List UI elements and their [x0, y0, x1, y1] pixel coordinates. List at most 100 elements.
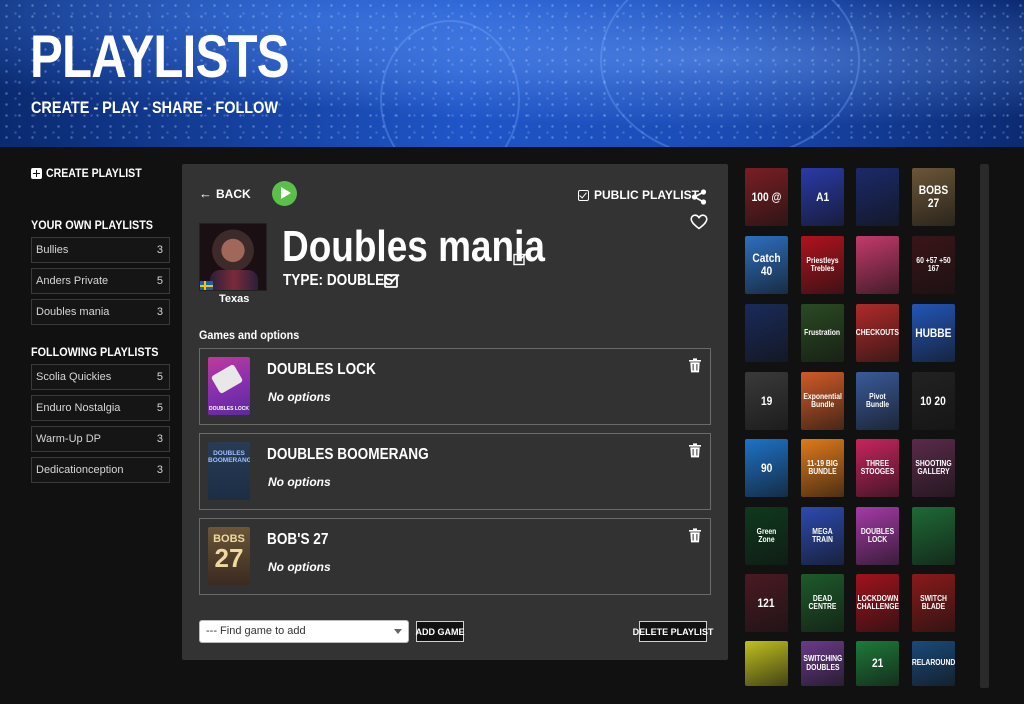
play-playlist-button[interactable]	[272, 181, 297, 206]
game-name: BOB'S 27	[267, 531, 329, 548]
game-tile[interactable]	[745, 641, 788, 686]
arrow-left-icon: ←	[199, 186, 212, 201]
find-game-select[interactable]: --- Find game to add	[199, 620, 409, 643]
edit-title-icon[interactable]	[513, 252, 527, 266]
sidebar-item-label: Dedicationception	[36, 464, 124, 476]
game-tile-label: 100 @	[751, 189, 782, 204]
sidebar-item-count: 3	[156, 244, 163, 256]
game-tile[interactable]: 90	[745, 439, 788, 497]
game-tile[interactable]	[745, 304, 788, 362]
sidebar-item-count: 3	[156, 464, 163, 476]
game-tile[interactable]: LOCKDOWN CHALLENGE	[856, 574, 899, 632]
avatar-shirt	[210, 270, 258, 290]
game-tile[interactable]: BOBS 27	[912, 168, 955, 226]
game-tile[interactable]: Frustration	[801, 304, 844, 362]
game-tile[interactable]: Catch 40	[745, 236, 788, 294]
thumbnail-label: DOUBLES BOOMERANG	[208, 450, 250, 464]
sidebar-item-count: 3	[156, 433, 163, 445]
game-tile[interactable]: SWITCH BLADE	[912, 574, 955, 632]
own-playlists-heading: YOUR OWN PLAYLISTS	[31, 218, 154, 232]
game-options: No options	[268, 475, 331, 489]
sidebar-item-dedicationception[interactable]: Dedicationception 3	[31, 457, 170, 483]
game-tile-label: SWITCHING DOUBLES	[803, 654, 842, 672]
heart-icon[interactable]	[690, 214, 708, 230]
player-name: Texas	[219, 293, 250, 305]
thumbnail-label: DOUBLES LOCK	[209, 406, 249, 412]
game-tile[interactable]: 10 20	[912, 372, 955, 430]
game-tile-label: Pivot Bundle	[865, 391, 890, 409]
game-tile[interactable]: Priestleys Trebles	[801, 236, 844, 294]
game-tile-label: A1	[815, 189, 830, 204]
sidebar-item-bullies[interactable]: Bullies 3	[31, 237, 170, 263]
sidebar-item-count: 5	[156, 275, 163, 287]
game-tile-label: MEGA TRAIN	[812, 526, 833, 544]
sidebar-item-scolia-quickies[interactable]: Scolia Quickies 5	[31, 364, 170, 390]
sidebar-item-anders-private[interactable]: Anders Private 5	[31, 268, 170, 294]
game-tile[interactable]	[856, 168, 899, 226]
game-tile[interactable]: 60 +57 +50 167	[912, 236, 955, 294]
game-thumbnail: BOBS 27	[208, 527, 250, 585]
game-tile[interactable]: 100 @	[745, 168, 788, 226]
sidebar-item-label: Anders Private	[36, 275, 109, 287]
public-playlist-checkbox[interactable]: PUBLIC PLAYLIST	[578, 188, 699, 202]
page-title: PLAYLISTS	[30, 23, 290, 90]
game-tile[interactable]: DOUBLES LOCK	[856, 507, 899, 565]
playlist-type: TYPE: DOUBLES	[283, 272, 394, 289]
checkbox-checked-icon	[578, 189, 589, 201]
add-game-button[interactable]: ADD GAME	[416, 621, 465, 642]
game-tile[interactable]: THREE STOOGES	[856, 439, 899, 497]
trash-icon[interactable]	[688, 443, 702, 458]
game-tile[interactable]: SHOOTING GALLERY	[912, 439, 955, 497]
sidebar-item-doubles-mania[interactable]: Doubles mania 3	[31, 299, 170, 325]
game-thumbnail: DOUBLES BOOMERANG	[208, 442, 250, 500]
own-playlists-list: Bullies 3 Anders Private 5 Doubles mania…	[31, 237, 171, 325]
game-tile[interactable]: RELAROUND	[912, 641, 955, 686]
create-playlist-button[interactable]: CREATE PLAYLIST	[31, 166, 171, 180]
game-tile[interactable]: MEGA TRAIN	[801, 507, 844, 565]
game-tile-label: Catch 40	[752, 251, 781, 278]
sidebar: CREATE PLAYLIST YOUR OWN PLAYLISTS Bulli…	[31, 166, 171, 488]
share-icon[interactable]	[691, 189, 707, 205]
game-tile[interactable]	[912, 507, 955, 565]
game-tile-label: 60 +57 +50 167	[916, 255, 951, 273]
game-tile-label: 121	[757, 595, 776, 610]
page-subtitle: CREATE - PLAY - SHARE - FOLLOW	[31, 98, 278, 117]
game-tile-label: Green Zone	[756, 526, 777, 544]
game-tile[interactable]: 19	[745, 372, 788, 430]
game-options: No options	[268, 560, 331, 574]
thumbnail-number: 27	[214, 543, 244, 573]
game-options: No options	[268, 390, 331, 404]
back-button[interactable]: ← BACK	[199, 186, 251, 201]
trash-icon[interactable]	[688, 528, 702, 543]
game-tile[interactable]: Exponential Bundle	[801, 372, 844, 430]
game-tile[interactable]: Green Zone	[745, 507, 788, 565]
game-tile[interactable]: Pivot Bundle	[856, 372, 899, 430]
sidebar-item-warm-up-dp[interactable]: Warm-Up DP 3	[31, 426, 170, 452]
game-tile[interactable]	[856, 236, 899, 294]
banner-decoration	[600, 0, 860, 147]
sidebar-item-enduro-nostalgia[interactable]: Enduro Nostalgia 5	[31, 395, 170, 421]
scrollbar[interactable]	[980, 164, 989, 688]
edit-type-icon[interactable]	[384, 272, 401, 289]
game-tile[interactable]: CHECKOUTS	[856, 304, 899, 362]
plus-icon	[31, 167, 42, 179]
game-tile-label: BOBS 27	[918, 183, 949, 210]
sidebar-item-label: Doubles mania	[36, 306, 110, 318]
game-tile-label: Priestleys Trebles	[806, 255, 839, 273]
game-tile-label: Exponential Bundle	[803, 391, 842, 409]
game-tile[interactable]: 121	[745, 574, 788, 632]
back-label: BACK	[216, 186, 251, 201]
trash-icon[interactable]	[688, 358, 702, 373]
game-tile[interactable]: 21	[856, 641, 899, 686]
game-tile[interactable]: A1	[801, 168, 844, 226]
game-tile[interactable]: HUBBE	[912, 304, 955, 362]
game-tile-label: DEAD CENTRE	[808, 593, 837, 611]
game-tile-label: SWITCH BLADE	[920, 593, 947, 611]
game-tile[interactable]: SWITCHING DOUBLES	[801, 641, 844, 686]
sidebar-item-label: Bullies	[36, 244, 69, 256]
delete-playlist-button[interactable]: DELETE PLAYLIST	[633, 621, 713, 642]
create-playlist-label: CREATE PLAYLIST	[46, 166, 142, 180]
game-tile[interactable]: DEAD CENTRE	[801, 574, 844, 632]
sidebar-item-label: Warm-Up DP	[36, 433, 101, 445]
game-tile[interactable]: 11-19 BIG BUNDLE	[801, 439, 844, 497]
